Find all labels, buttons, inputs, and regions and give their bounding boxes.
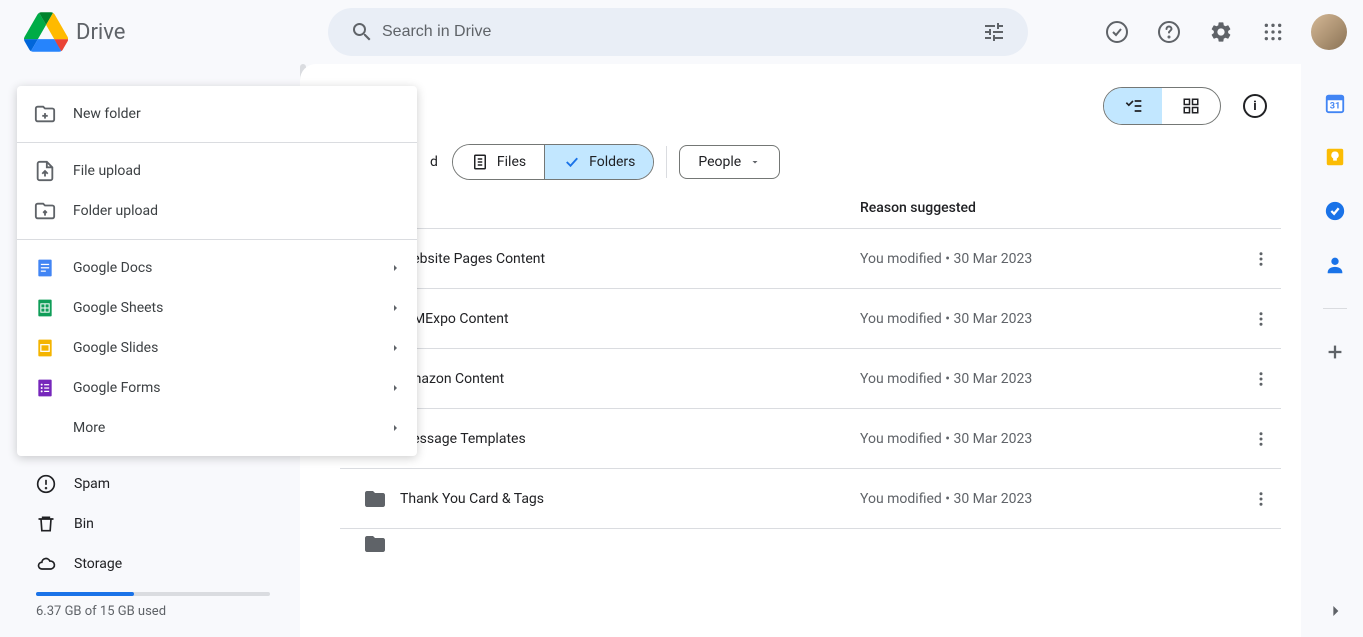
- chevron-right-icon: [389, 262, 401, 274]
- more-actions-button[interactable]: [1241, 250, 1281, 268]
- ready-offline-icon[interactable]: [1095, 10, 1139, 54]
- file-upload-icon: [34, 160, 56, 182]
- sidebar-label: Spam: [74, 476, 110, 492]
- dropdown-icon: [749, 156, 761, 168]
- menu-new-folder[interactable]: New folder: [17, 94, 417, 134]
- new-folder-icon: [34, 103, 56, 125]
- sidebar-item-spam[interactable]: Spam: [36, 464, 300, 504]
- forms-icon: [35, 378, 55, 398]
- file-row[interactable]: [340, 528, 1281, 558]
- type-filter-group: Files Folders: [452, 144, 654, 180]
- side-panel: 31: [1307, 64, 1363, 637]
- menu-google-sheets[interactable]: Google Sheets: [17, 288, 417, 328]
- sheets-icon: [35, 298, 55, 318]
- sidebar-item-storage[interactable]: Storage: [36, 544, 300, 584]
- search-input[interactable]: [382, 23, 974, 41]
- file-row[interactable]: Thank You Card & Tags You modified • 30 …: [340, 468, 1281, 528]
- chip-folders[interactable]: Folders: [545, 145, 653, 179]
- grid-view-button[interactable]: [1162, 88, 1220, 124]
- chevron-right-icon: [389, 302, 401, 314]
- logo-area[interactable]: Drive: [24, 10, 234, 54]
- more-actions-button[interactable]: [1241, 490, 1281, 508]
- app-name: Drive: [76, 20, 125, 45]
- chevron-right-icon: [389, 342, 401, 354]
- chevron-right-icon: [389, 422, 401, 434]
- side-panel-divider: [1323, 308, 1347, 309]
- chip-people[interactable]: People: [679, 145, 780, 179]
- contacts-icon[interactable]: [1324, 254, 1346, 276]
- storage-bar: [36, 592, 270, 596]
- docs-icon: [35, 258, 55, 278]
- search-bar[interactable]: [328, 8, 1028, 56]
- header: Drive: [0, 0, 1363, 64]
- more-vert-icon: [1252, 490, 1270, 508]
- drive-logo-icon: [24, 10, 68, 54]
- filter-separator: [666, 146, 667, 178]
- content-area: e i d Files: [300, 64, 1301, 637]
- menu-file-upload[interactable]: File upload: [17, 151, 417, 191]
- file-row[interactable]: Message Templates You modified • 30 Mar …: [340, 408, 1281, 468]
- keep-icon[interactable]: [1324, 146, 1346, 168]
- cloud-icon: [36, 554, 56, 574]
- more-actions-button[interactable]: [1241, 370, 1281, 388]
- file-list: Website Pages Content You modified • 30 …: [300, 228, 1301, 558]
- menu-google-forms[interactable]: Google Forms: [17, 368, 417, 408]
- search-icon[interactable]: [342, 20, 382, 44]
- filter-row: d Files Folders People: [300, 144, 1301, 200]
- info-button[interactable]: i: [1233, 84, 1277, 128]
- account-avatar[interactable]: [1311, 14, 1347, 50]
- col-reason: Reason suggested: [860, 200, 1277, 216]
- chip-files[interactable]: Files: [453, 145, 545, 179]
- more-vert-icon: [1252, 370, 1270, 388]
- more-vert-icon: [1252, 430, 1270, 448]
- folder-icon: [363, 532, 387, 556]
- more-vert-icon: [1252, 250, 1270, 268]
- info-icon: i: [1243, 94, 1267, 118]
- suggested-truncated: d: [430, 154, 438, 170]
- menu-google-slides[interactable]: Google Slides: [17, 328, 417, 368]
- collapse-panel-icon[interactable]: [1325, 601, 1345, 621]
- folder-upload-icon: [34, 200, 56, 222]
- menu-more[interactable]: More: [17, 408, 417, 448]
- apps-icon[interactable]: [1251, 10, 1295, 54]
- menu-folder-upload[interactable]: Folder upload: [17, 191, 417, 231]
- chevron-right-icon: [389, 382, 401, 394]
- menu-google-docs[interactable]: Google Docs: [17, 248, 417, 288]
- view-toggle: [1103, 87, 1221, 125]
- file-row[interactable]: Website Pages Content You modified • 30 …: [340, 228, 1281, 288]
- header-actions: [1095, 10, 1351, 54]
- more-actions-button[interactable]: [1241, 430, 1281, 448]
- add-addon-icon[interactable]: [1324, 341, 1346, 363]
- list-view-button[interactable]: [1104, 88, 1162, 124]
- slides-icon: [35, 338, 55, 358]
- menu-divider: [17, 239, 417, 240]
- sidebar-label: Storage: [74, 556, 122, 572]
- check-icon: [563, 153, 581, 171]
- folder-icon: [363, 487, 387, 511]
- help-icon[interactable]: [1147, 10, 1191, 54]
- tasks-icon[interactable]: [1324, 200, 1346, 222]
- more-vert-icon: [1252, 310, 1270, 328]
- calendar-icon[interactable]: 31: [1324, 92, 1346, 114]
- settings-icon[interactable]: [1199, 10, 1243, 54]
- more-actions-button[interactable]: [1241, 310, 1281, 328]
- sidebar-item-bin[interactable]: Bin: [36, 504, 300, 544]
- spam-icon: [36, 474, 56, 494]
- storage-text: 6.37 GB of 15 GB used: [0, 604, 300, 619]
- search-options-icon[interactable]: [974, 20, 1014, 44]
- menu-divider: [17, 142, 417, 143]
- bin-icon: [36, 514, 56, 534]
- file-icon: [471, 153, 489, 171]
- column-headers: Reason suggested: [300, 200, 1301, 228]
- new-menu: New folder File upload Folder upload Goo…: [17, 86, 417, 456]
- file-row[interactable]: Amazon Content You modified • 30 Mar 202…: [340, 348, 1281, 408]
- file-row[interactable]: AIMExpo Content You modified • 30 Mar 20…: [340, 288, 1281, 348]
- svg-text:31: 31: [1330, 102, 1341, 112]
- sidebar-label: Bin: [74, 516, 94, 532]
